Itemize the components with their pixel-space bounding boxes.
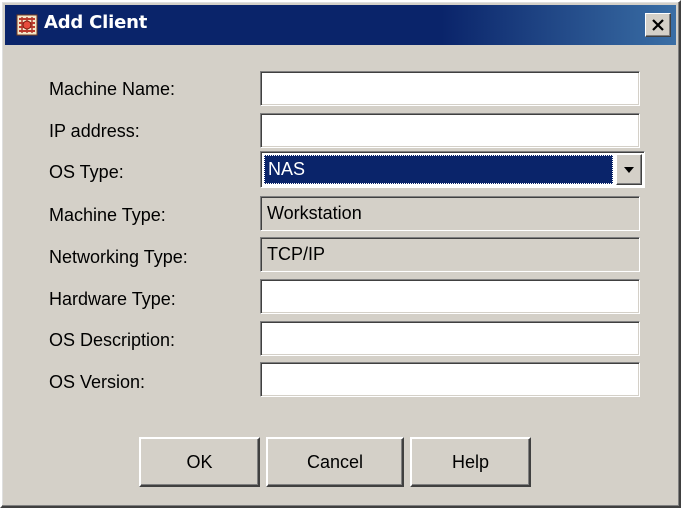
add-client-dialog: Add Client Machine Name: IP address: OS … (0, 0, 681, 508)
ip-address-input[interactable] (260, 113, 640, 148)
os-type-select[interactable]: NAS (260, 151, 645, 188)
client-app-icon (16, 14, 38, 36)
window-title: Add Client (44, 12, 148, 33)
os-description-input[interactable] (260, 321, 640, 356)
os-type-selected-value: NAS (264, 155, 613, 184)
machine-name-input[interactable] (260, 71, 640, 106)
close-button[interactable] (645, 13, 671, 37)
os-type-dropdown-button[interactable] (616, 154, 642, 185)
machine-type-label: Machine Type: (49, 205, 166, 225)
ok-button[interactable]: OK (139, 437, 260, 487)
ip-address-label: IP address: (49, 121, 140, 141)
networking-type-field: TCP/IP (260, 237, 640, 272)
machine-type-field: Workstation (260, 196, 640, 231)
os-description-label: OS Description: (49, 330, 176, 350)
os-version-label: OS Version: (49, 372, 146, 392)
networking-type-label: Networking Type: (49, 247, 188, 267)
hardware-type-label: Hardware Type: (49, 289, 176, 309)
hardware-type-input[interactable] (260, 279, 640, 314)
chevron-down-icon (624, 166, 634, 173)
os-version-input[interactable] (260, 362, 640, 397)
help-button[interactable]: Help (410, 437, 531, 487)
os-type-label: OS Type: (49, 162, 124, 182)
cancel-button[interactable]: Cancel (266, 437, 404, 487)
title-bar[interactable]: Add Client (5, 5, 676, 45)
close-icon (652, 19, 664, 31)
machine-name-label: Machine Name: (49, 79, 176, 99)
